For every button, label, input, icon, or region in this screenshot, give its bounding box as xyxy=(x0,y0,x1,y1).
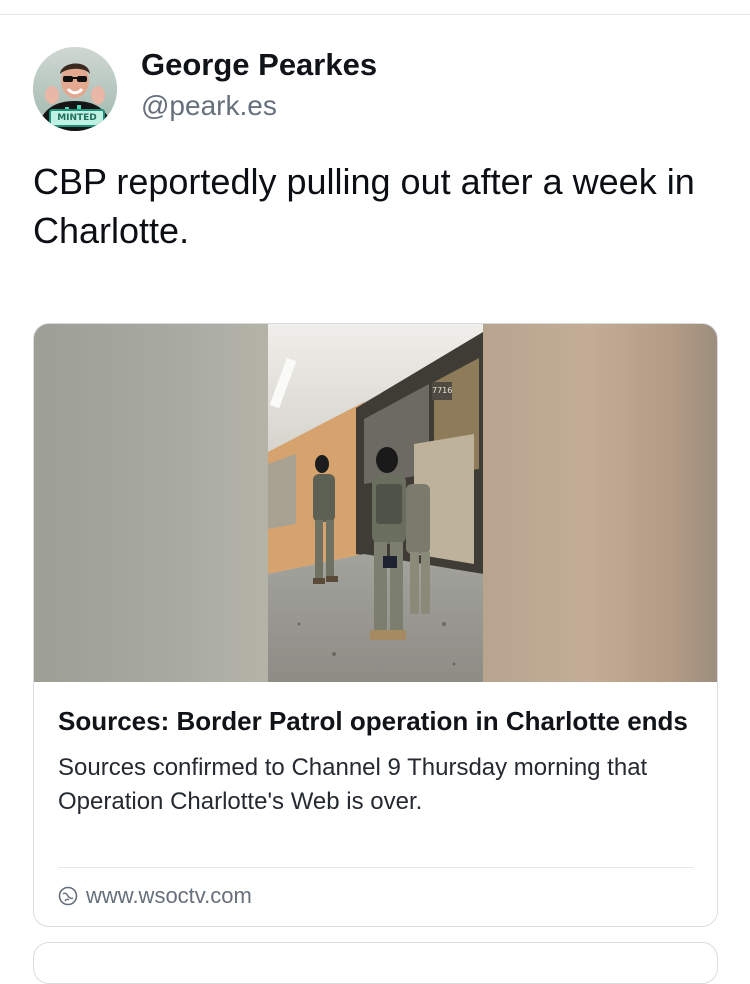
link-card-description: Sources confirmed to Channel 9 Thursday … xyxy=(58,754,648,815)
video-still-image xyxy=(34,324,717,682)
author-handle[interactable]: @peark.es xyxy=(141,88,377,124)
storefront-number-sign: 7716 xyxy=(432,386,453,395)
post: MINTED George Pearkes @peark.es CBP repo… xyxy=(0,0,750,984)
post-text: CBP reportedly pulling out after a week … xyxy=(33,161,695,251)
avatar-badge: MINTED xyxy=(49,109,105,127)
author-text: George Pearkes @peark.es xyxy=(141,46,377,124)
link-card-title[interactable]: Sources: Border Patrol operation in Char… xyxy=(58,701,694,741)
avatar[interactable]: MINTED xyxy=(33,47,117,131)
link-card[interactable]: 7716 Sources: Border Patrol operation in… xyxy=(33,323,718,927)
link-card-domain-row[interactable]: www.wsoctv.com xyxy=(58,880,252,912)
link-card-divider xyxy=(58,867,694,868)
author-display-name[interactable]: George Pearkes xyxy=(141,46,377,84)
author-row[interactable]: MINTED George Pearkes @peark.es xyxy=(33,47,377,131)
link-card-image[interactable]: 7716 xyxy=(34,324,717,682)
link-card-domain: www.wsoctv.com xyxy=(86,883,252,908)
globe-icon xyxy=(58,886,78,906)
next-card-partial[interactable] xyxy=(33,942,718,984)
link-card-body: Sources: Border Patrol operation in Char… xyxy=(58,701,694,819)
